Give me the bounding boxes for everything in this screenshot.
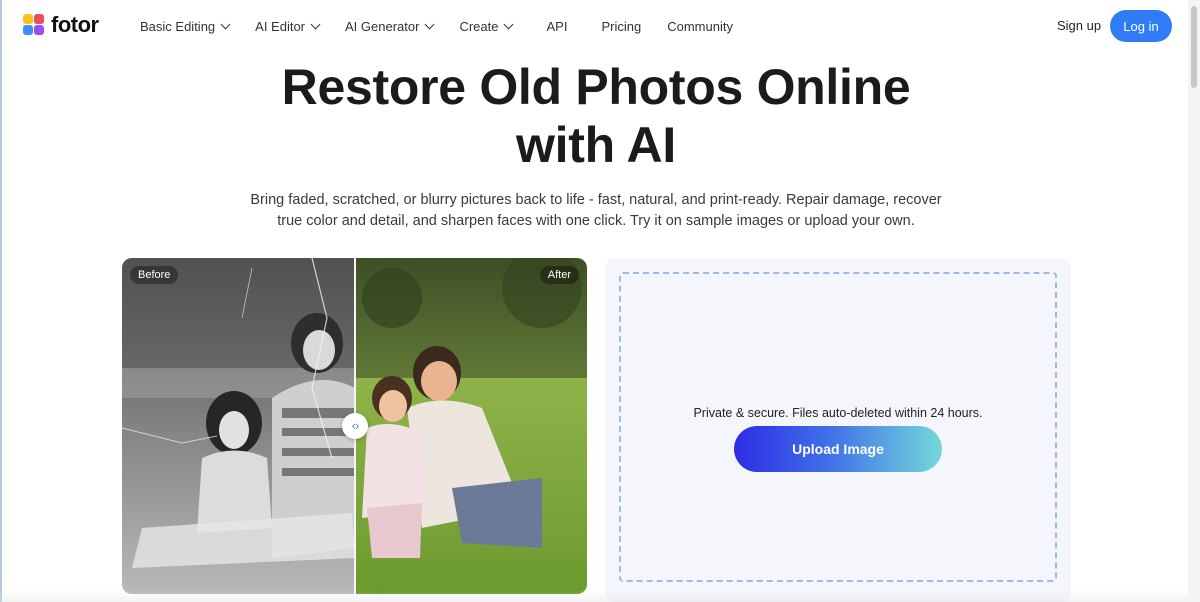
page-subtitle: Bring faded, scratched, or blurry pictur… [236, 190, 956, 232]
scrollbar-thumb[interactable] [1191, 6, 1197, 88]
nav-item-label: Pricing [601, 18, 642, 34]
before-after-comparison[interactable]: ‹› Before After [122, 258, 587, 594]
chevron-down-icon [425, 19, 435, 29]
arrows-left-right-icon[interactable]: ‹› [342, 413, 368, 439]
page-title: Restore Old Photos Online with AI [0, 58, 1192, 174]
chevron-down-icon [310, 19, 321, 29]
nav-ai-generator[interactable]: AI Generator [345, 16, 435, 36]
nav-item-label: Basic Editing [140, 18, 216, 34]
privacy-note: Private & secure. Files auto-deleted wit… [693, 406, 983, 420]
vertical-scrollbar[interactable] [1188, 0, 1200, 602]
nav-item-label: AI Generator [345, 18, 420, 34]
fotor-logo-icon [23, 14, 45, 36]
upload-panel: Private & secure. Files auto-deleted wit… [605, 258, 1071, 602]
bottom-fade [0, 590, 1188, 602]
chevron-down-icon [504, 19, 514, 29]
upload-image-button[interactable]: Upload Image [734, 426, 942, 472]
top-navigation-bar: fotor Basic Editing AI Editor AI Generat… [0, 0, 1188, 52]
nav-api[interactable]: API [546, 16, 567, 36]
page-subtitle-line-2: true color and detail, and sharpen faces… [277, 213, 915, 229]
nav-item-label: Community [667, 18, 733, 34]
page-title-line-1: Restore Old Photos Online [281, 59, 911, 115]
nav-item-label: API [546, 18, 568, 34]
page-subtitle-line-1: Bring faded, scratched, or blurry pictur… [250, 192, 942, 208]
fotor-logo[interactable]: fotor [23, 14, 99, 36]
nav-ai-editor[interactable]: AI Editor [255, 16, 321, 36]
nav-create[interactable]: Create [459, 16, 514, 36]
nav-community[interactable]: Community [667, 16, 733, 36]
before-label: Before [130, 266, 179, 284]
upload-dropzone[interactable]: Private & secure. Files auto-deleted wit… [619, 272, 1057, 582]
page-title-line-2: with AI [516, 117, 676, 173]
sign-up-link[interactable]: Sign up [1057, 18, 1101, 33]
nav-pricing[interactable]: Pricing [601, 16, 641, 36]
chevron-down-icon [220, 19, 231, 29]
nav-item-label: AI Editor [255, 18, 306, 34]
fotor-wordmark: fotor [51, 12, 99, 37]
after-label: After [539, 266, 579, 284]
nav-item-label: Create [459, 18, 499, 34]
nav-basic-editing[interactable]: Basic Editing [140, 16, 231, 36]
log-in-button[interactable]: Log in [1110, 10, 1172, 42]
main-nav: Basic Editing AI Editor AI Generator Cre… [140, 16, 759, 36]
